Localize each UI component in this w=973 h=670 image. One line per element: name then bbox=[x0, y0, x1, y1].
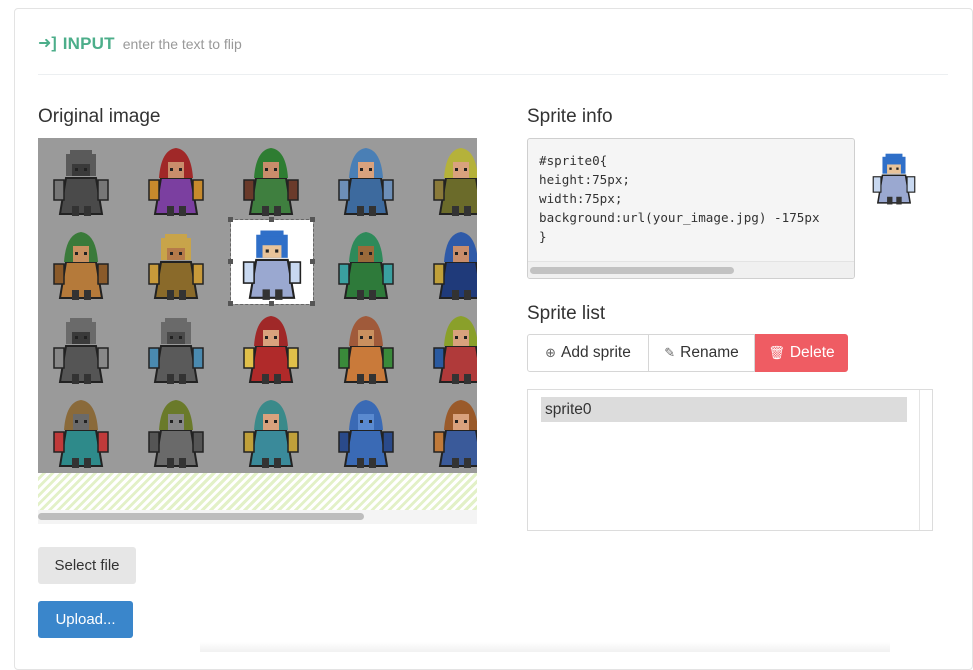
sprite-css-code[interactable]: #sprite0{ height:75px; width:75px; backg… bbox=[527, 138, 855, 279]
sprite-preview-image bbox=[864, 146, 924, 208]
sprite-tile[interactable] bbox=[42, 140, 120, 220]
sprite-tile[interactable] bbox=[137, 308, 215, 388]
add-sprite-label: Add sprite bbox=[561, 344, 631, 361]
resize-handle[interactable] bbox=[228, 259, 233, 264]
panel-header: ➜] INPUT enter the text to flip bbox=[38, 34, 242, 54]
list-scrollbar[interactable] bbox=[919, 390, 920, 530]
resize-handle[interactable] bbox=[269, 301, 274, 306]
trash-icon: 🗑 bbox=[768, 345, 785, 360]
sprite-info-title: Sprite info bbox=[527, 106, 613, 127]
sprite-tile[interactable] bbox=[422, 140, 477, 220]
sprite-list[interactable]: sprite0 bbox=[527, 389, 933, 531]
sprite-tile[interactable] bbox=[42, 224, 120, 304]
sprite-tile[interactable] bbox=[327, 392, 405, 472]
pencil-icon: ✎ bbox=[664, 345, 676, 360]
sprite-tile[interactable] bbox=[422, 224, 477, 304]
selected-sprite-region[interactable] bbox=[230, 219, 314, 305]
code-scrollbar-thumb[interactable] bbox=[530, 267, 734, 274]
sprite-tile[interactable] bbox=[137, 392, 215, 472]
viewer-scrollbar-thumb[interactable] bbox=[38, 513, 364, 520]
delete-button[interactable]: 🗑 Delete bbox=[755, 334, 848, 372]
sprite-tile[interactable] bbox=[327, 308, 405, 388]
rename-button[interactable]: ✎ Rename bbox=[649, 334, 755, 372]
header-divider bbox=[38, 74, 948, 75]
select-file-button[interactable]: Select file bbox=[38, 547, 136, 584]
sprite-tile[interactable] bbox=[232, 140, 310, 220]
bottom-fade bbox=[200, 642, 890, 652]
add-sprite-button[interactable]: ⊕ Add sprite bbox=[527, 334, 649, 372]
sprite-tile[interactable] bbox=[42, 308, 120, 388]
sprite-tile[interactable] bbox=[42, 392, 120, 472]
delete-label: Delete bbox=[789, 344, 835, 361]
sprite-tile[interactable] bbox=[232, 392, 310, 472]
sprite-tile[interactable] bbox=[422, 392, 477, 472]
resize-handle[interactable] bbox=[228, 217, 233, 222]
empty-canvas-area bbox=[38, 473, 477, 510]
sprite-css-text: #sprite0{ height:75px; width:75px; backg… bbox=[539, 153, 820, 244]
resize-handle[interactable] bbox=[269, 217, 274, 222]
resize-handle[interactable] bbox=[310, 217, 315, 222]
plus-circle-icon: ⊕ bbox=[545, 345, 557, 360]
panel-title: INPUT bbox=[62, 34, 115, 53]
original-image-title: Original image bbox=[38, 106, 161, 127]
upload-button[interactable]: Upload... bbox=[38, 601, 133, 638]
resize-handle[interactable] bbox=[310, 259, 315, 264]
sprite-sheet-image[interactable] bbox=[38, 138, 477, 473]
sprite-tile[interactable] bbox=[327, 140, 405, 220]
sprite-tile[interactable] bbox=[137, 140, 215, 220]
rename-label: Rename bbox=[680, 344, 739, 361]
sprite-list-toolbar: ⊕ Add sprite ✎ Rename 🗑 Delete bbox=[527, 334, 848, 372]
sign-in-icon: ➜] bbox=[38, 35, 57, 52]
list-item[interactable]: sprite0 bbox=[541, 397, 907, 422]
sprite-tile[interactable] bbox=[327, 224, 405, 304]
resize-handle[interactable] bbox=[310, 301, 315, 306]
sprite-tile[interactable] bbox=[137, 224, 215, 304]
resize-handle[interactable] bbox=[228, 301, 233, 306]
sprite-list-title: Sprite list bbox=[527, 303, 606, 324]
sprite-tile[interactable] bbox=[422, 308, 477, 388]
panel-subtitle: enter the text to flip bbox=[122, 36, 242, 52]
sprite-sheet-viewer[interactable] bbox=[38, 138, 477, 524]
sprite-tile[interactable] bbox=[232, 308, 310, 388]
